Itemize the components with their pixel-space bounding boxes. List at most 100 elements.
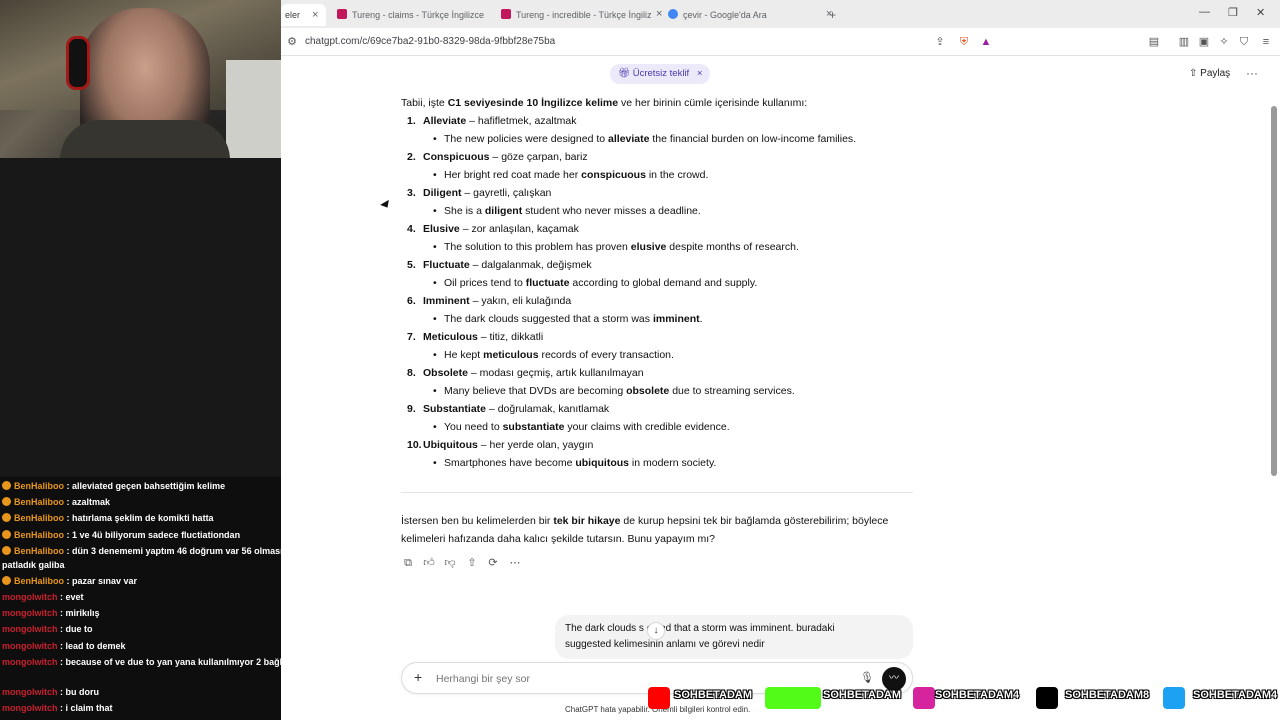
chat-message: BenHaliboo : hatırlama şeklim de komikti… xyxy=(2,511,320,525)
intro-text: ve her birinin cümle içerisinde kullanım… xyxy=(618,97,808,109)
bullet-icon: • xyxy=(433,205,437,217)
menu-icon[interactable]: ≡ xyxy=(1259,35,1273,49)
item-number: 7. xyxy=(407,331,416,343)
chat-text: : bu doru xyxy=(57,686,99,697)
item-number: 4. xyxy=(407,223,416,235)
leo-ai-icon[interactable]: ✧ xyxy=(1217,35,1231,49)
copy-icon[interactable]: ⧉ xyxy=(401,556,415,570)
more-options-icon[interactable]: ··· xyxy=(1246,66,1258,80)
example-text: She is a xyxy=(444,205,485,217)
headset-icon xyxy=(66,36,90,90)
bullet-icon: • xyxy=(433,457,437,469)
item-word: Conspicuous xyxy=(423,151,490,163)
tab-tureng-incredible[interactable]: Tureng - incredible - Türkçe İngilizce xyxy=(501,4,651,26)
example-text: your claims with credible evidence. xyxy=(564,421,730,433)
user-message-line: The dark clouds s ested that a storm was… xyxy=(565,623,835,634)
attach-plus-icon[interactable]: + xyxy=(414,669,422,685)
item-number: 8. xyxy=(407,367,416,379)
example-text: due to streaming services. xyxy=(669,385,795,397)
example-text: in modern society. xyxy=(628,457,717,469)
free-offer-pill[interactable]: 🎁︎ Ücretsiz teklif × xyxy=(610,64,711,84)
example-text: The solution to this problem has proven xyxy=(444,241,631,253)
example-bold: meticulous xyxy=(483,349,539,361)
close-icon[interactable]: × xyxy=(656,8,662,20)
tab-active[interactable]: eler × xyxy=(281,4,326,26)
item-number: 1. xyxy=(407,115,416,127)
tab-tureng-claims[interactable]: Tureng - claims - Türkçe İngilizce Sö xyxy=(337,4,487,26)
example-text: Smartphones have become xyxy=(444,457,576,469)
example-bold: ubiquitous xyxy=(575,457,629,469)
item-meaning: – hafifletmek, azaltmak xyxy=(466,115,577,127)
item-word: Alleviate xyxy=(423,115,467,127)
chat-message: BenHaliboo : dün 3 denememi yaptım 46 do… xyxy=(2,544,320,572)
site-settings-icon[interactable]: ⚙ xyxy=(285,35,299,49)
chat-message: BenHaliboo : alleviated geçen bahsettiği… xyxy=(2,479,320,493)
close-icon[interactable]: × xyxy=(697,68,703,79)
close-icon[interactable]: × xyxy=(312,4,318,26)
list-item: 6. Imminent – yakın, eli kulağında xyxy=(407,292,571,310)
tiktok-handle: SOHBETADAM8 xyxy=(1065,689,1150,701)
bullet-icon: • xyxy=(433,385,437,397)
microphone-icon[interactable]: 🎙︎ xyxy=(860,671,874,684)
chat-text: : alleviated geçen bahsettiğim kelime xyxy=(64,481,226,491)
share-button[interactable]: ⇧ Paylaş xyxy=(1189,68,1230,79)
reader-mode-icon[interactable]: ▤ xyxy=(1147,35,1161,49)
window-close-icon[interactable]: ✕ xyxy=(1256,6,1265,19)
item-meaning: – doğrulamak, kanıtlamak xyxy=(486,403,610,415)
brave-shield-icon[interactable]: ⛨ xyxy=(957,35,971,49)
twitter-icon xyxy=(1163,687,1185,709)
chatgpt-page: 🎁︎ Ücretsiz teklif × ⇧ Paylaş ··· Tabii,… xyxy=(281,56,1280,720)
list-item: 10.Ubiquitous – her yerde olan, yaygın xyxy=(407,436,593,454)
sidebar-icon[interactable]: ▥ xyxy=(1177,35,1191,49)
share-icon[interactable]: ⇧ xyxy=(465,556,479,570)
item-number: 10. xyxy=(407,439,422,451)
more-icon[interactable]: ⋯ xyxy=(508,556,522,570)
answer-intro: Tabii, işte C1 seviyesinde 10 İngilizce … xyxy=(401,94,807,112)
chat-username: mongolwitch xyxy=(2,686,58,697)
address-bar[interactable]: ⚙ chatgpt.com/c/69ce7ba2-91b0-8329-98da-… xyxy=(281,28,1280,56)
tab-label: eler xyxy=(285,10,301,20)
intro-bold: C1 seviyesinde 10 İngilizce kelime xyxy=(447,97,619,109)
brave-rewards-icon[interactable]: ▲ xyxy=(979,35,993,49)
example-sentence: • The new policies were designed to allev… xyxy=(433,130,856,148)
example-sentence: • She is a diligent student who never mis… xyxy=(433,202,701,220)
twitter-handle: SOHBETADAM4 xyxy=(1193,689,1278,701)
list-item: 5. Fluctuate – dalgalanmak, değişmek xyxy=(407,256,592,274)
thumbs-down-icon[interactable]: 👎︎ xyxy=(443,556,457,570)
scroll-down-icon[interactable]: ↓ xyxy=(647,622,665,640)
chat-username: mongolwitch xyxy=(2,640,58,651)
bullet-icon: • xyxy=(433,169,437,181)
example-text: Her bright red coat made her xyxy=(444,169,582,181)
example-text: in the crowd. xyxy=(645,169,709,181)
tab-google-search[interactable]: çevir - Google'da Ara xyxy=(668,4,808,26)
chat-text: : mirikılış xyxy=(57,608,100,619)
intro-text: Tabii, işte xyxy=(401,97,448,109)
chat-username: mongolwitch xyxy=(2,624,58,635)
chat-username: mongolwitch xyxy=(2,703,58,713)
chat-text: : lead to demek xyxy=(57,640,126,651)
upload-icon: ⇧ xyxy=(1189,68,1201,79)
scrollbar[interactable] xyxy=(1271,106,1277,476)
url-text[interactable]: chatgpt.com/c/69ce7ba2-91b0-8329-98da-9f… xyxy=(305,36,555,47)
item-number: 9. xyxy=(407,403,416,415)
chat-text: : 1 ve 4ü biliyorum sadece fluctiationda… xyxy=(64,529,241,540)
share-page-icon[interactable]: ⇪ xyxy=(933,35,947,49)
example-sentence: • The solution to this problem has proven… xyxy=(433,238,799,256)
closing-bold: tek bir hikaye xyxy=(553,515,621,527)
chat-text: : evet xyxy=(57,592,84,602)
regenerate-icon[interactable]: ⟳ xyxy=(486,556,500,570)
list-item: 1. Alleviate – hafifletmek, azaltmak xyxy=(407,112,577,130)
minimize-icon[interactable]: — xyxy=(1199,6,1210,18)
chat-message: mongolwitch : because of ve due to yan y… xyxy=(2,655,320,669)
chat-text: : i claim that xyxy=(57,703,113,713)
wallet-icon[interactable]: ▣ xyxy=(1197,35,1211,49)
thumbs-up-icon[interactable]: 👍︎ xyxy=(422,556,436,570)
tiktok-icon xyxy=(1036,687,1058,709)
restore-icon[interactable]: ❐ xyxy=(1228,6,1238,19)
example-bold: substantiate xyxy=(502,421,565,433)
vpn-icon[interactable]: ⛉ xyxy=(1237,35,1251,49)
new-tab-button[interactable]: + xyxy=(829,8,836,22)
example-sentence: • He kept meticulous records of every tra… xyxy=(433,346,674,364)
tureng-icon xyxy=(501,9,511,19)
bullet-icon: • xyxy=(433,241,437,253)
